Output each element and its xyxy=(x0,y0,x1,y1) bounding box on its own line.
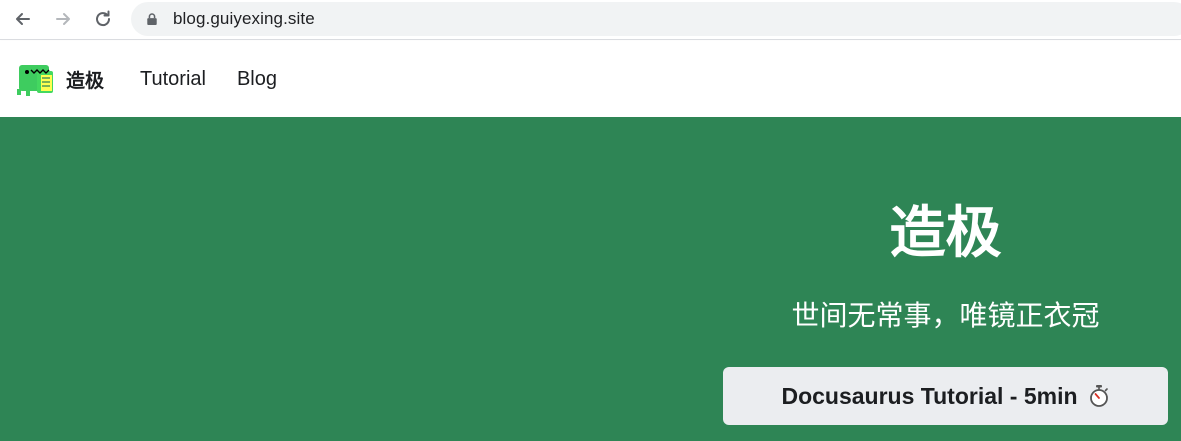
brand-title: 造极 xyxy=(66,70,105,92)
hero-subtitle: 世间无常事，唯镜正衣冠 xyxy=(791,300,1100,331)
hero-title: 造极 xyxy=(889,201,1002,264)
url-text: blog.guiyexing.site xyxy=(173,9,315,28)
address-bar[interactable]: blog.guiyexing.site xyxy=(131,2,1181,36)
back-arrow-icon xyxy=(16,13,30,25)
nav-link-tutorial[interactable]: Tutorial xyxy=(140,68,206,91)
stopwatch-icon xyxy=(1088,384,1110,408)
browser-toolbar: blog.guiyexing.site xyxy=(0,0,1181,40)
reload-icon xyxy=(96,10,111,27)
forward-button[interactable] xyxy=(50,6,76,32)
hero-banner: 造极 世间无常事，唯镜正衣冠 Docusaurus Tutorial - 5mi… xyxy=(0,117,1181,441)
back-button[interactable] xyxy=(10,6,36,32)
lock-icon[interactable] xyxy=(145,12,159,26)
forward-arrow-icon xyxy=(56,13,70,25)
tutorial-cta-button[interactable]: Docusaurus Tutorial - 5min xyxy=(723,367,1168,425)
dinosaur-logo-icon xyxy=(17,61,55,97)
reload-button[interactable] xyxy=(90,6,116,32)
cta-label: Docusaurus Tutorial - 5min xyxy=(781,382,1078,409)
nav-link-blog[interactable]: Blog xyxy=(237,68,277,91)
site-navbar: 造极 Tutorial Blog xyxy=(0,41,1181,117)
brand-link[interactable]: 造极 xyxy=(17,61,104,97)
